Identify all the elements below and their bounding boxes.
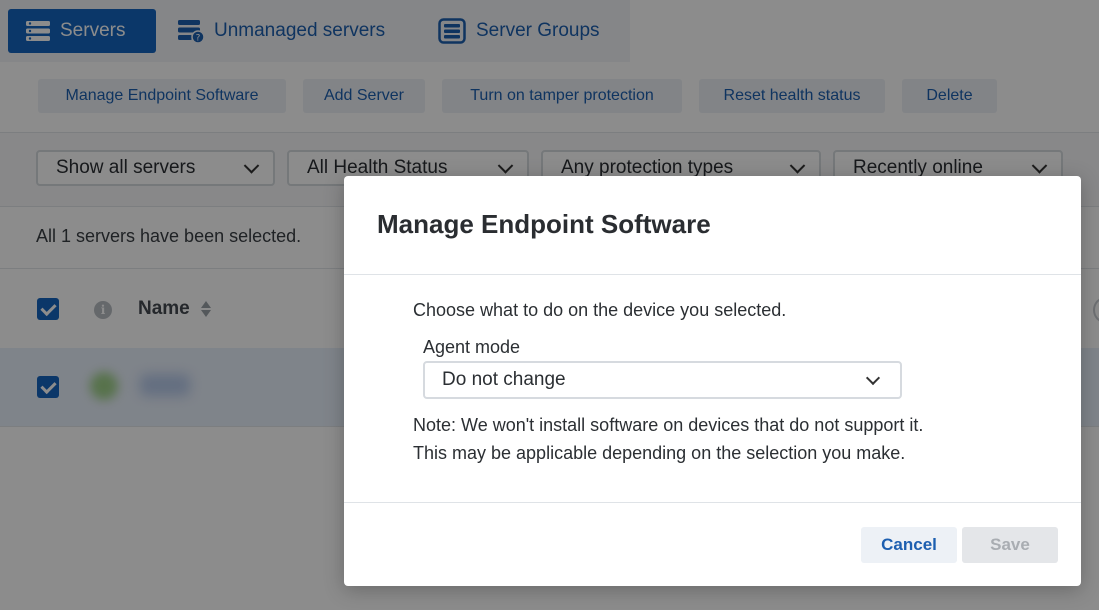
save-button[interactable]: Save (962, 527, 1058, 563)
manage-endpoint-software-dialog: Manage Endpoint Software Choose what to … (344, 176, 1081, 586)
agent-mode-value: Do not change (442, 369, 566, 390)
dialog-note: Note: We won't install software on devic… (413, 411, 923, 467)
cancel-button[interactable]: Cancel (861, 527, 957, 563)
divider (344, 502, 1081, 503)
note-line-2: This may be applicable depending on the … (413, 443, 906, 463)
dialog-title: Manage Endpoint Software (377, 209, 711, 239)
divider (344, 274, 1081, 275)
agent-mode-label: Agent mode (423, 337, 521, 357)
note-line-1: Note: We won't install software on devic… (413, 415, 924, 435)
chevron-down-icon (865, 370, 881, 386)
agent-mode-select[interactable]: Do not change (423, 361, 902, 399)
dialog-instruction: Choose what to do on the device you sele… (413, 300, 787, 320)
